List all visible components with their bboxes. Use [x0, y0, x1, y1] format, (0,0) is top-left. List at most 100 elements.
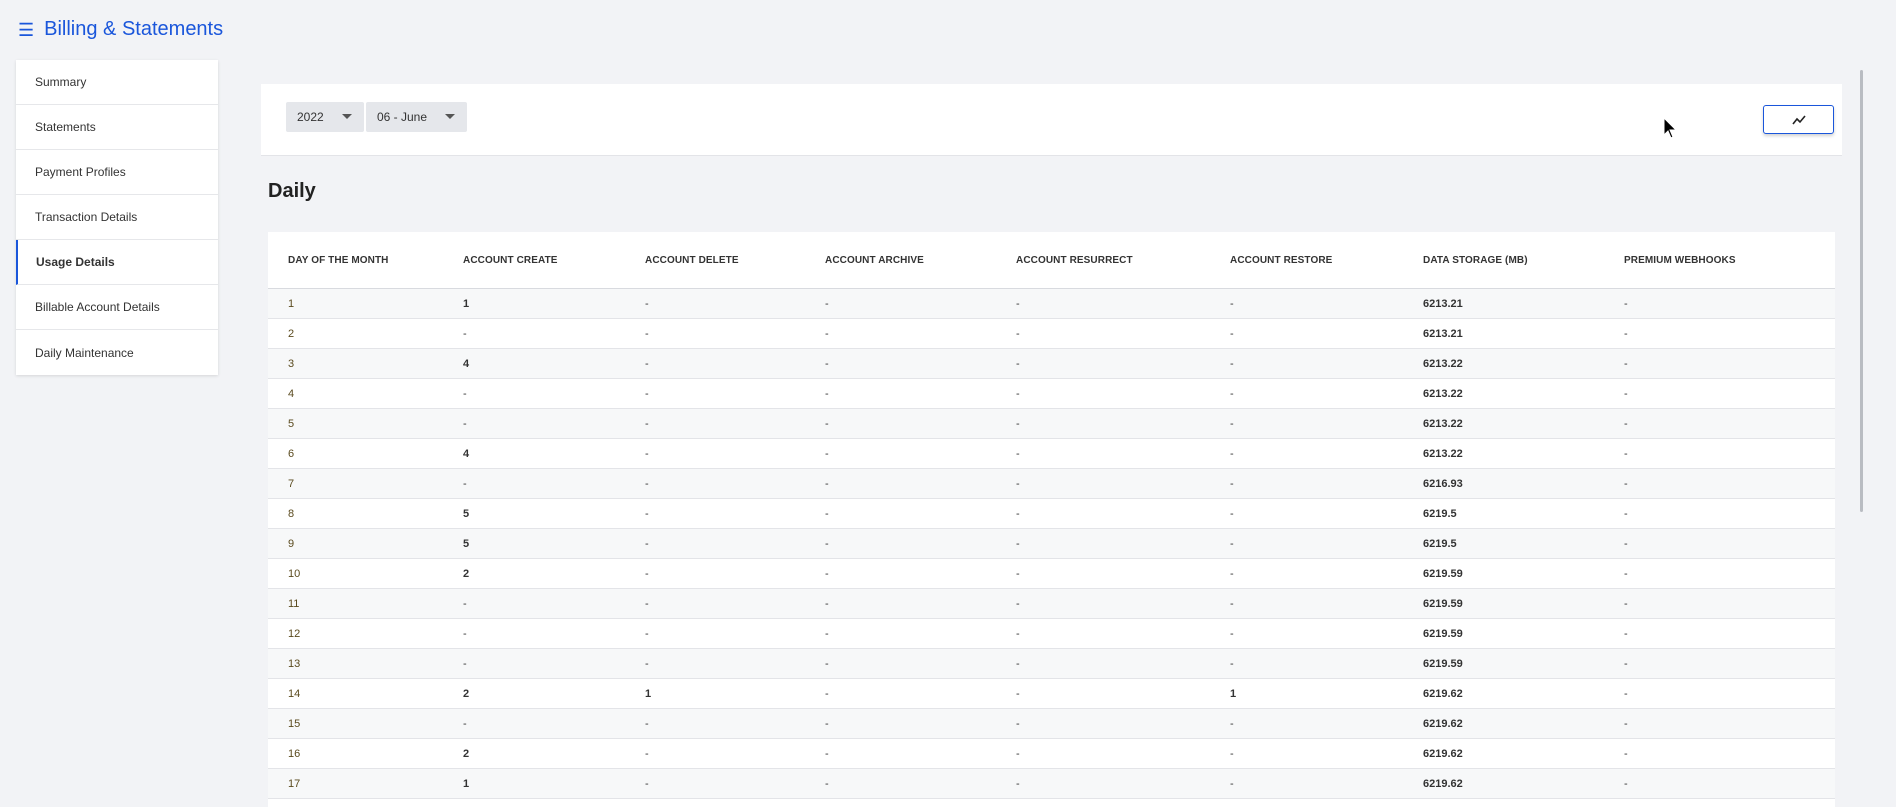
- table-cell: 1: [268, 288, 463, 319]
- table-row: 7- - - - -6216.93-: [268, 468, 1835, 499]
- sidebar-item-label: Transaction Details: [35, 210, 138, 224]
- chevron-down-icon: [445, 114, 455, 119]
- table-cell: 2: [463, 558, 645, 589]
- table-cell: -: [825, 558, 1016, 589]
- sidebar-item-transaction-details[interactable]: Transaction Details: [16, 195, 218, 240]
- table-cell: 17: [268, 768, 463, 799]
- table-cell: -: [645, 738, 825, 769]
- table-cell: -: [825, 678, 1016, 709]
- table-cell: -: [1230, 738, 1423, 769]
- column-header[interactable]: Account Archive: [825, 232, 1016, 289]
- table-cell: 11: [268, 588, 463, 619]
- hamburger-icon[interactable]: ☰: [18, 21, 34, 39]
- table-cell: -: [463, 408, 645, 439]
- column-header[interactable]: Account Delete: [645, 232, 825, 289]
- table-cell: -: [1230, 378, 1423, 409]
- sidebar-item-billable-account-details[interactable]: Billable Account Details: [16, 285, 218, 330]
- table-cell: -: [825, 348, 1016, 379]
- table-cell: 6219.59: [1423, 648, 1624, 679]
- table-cell: -: [1230, 438, 1423, 469]
- table-cell: -: [1016, 318, 1230, 349]
- table-cell: -: [825, 708, 1016, 739]
- sidebar-item-summary[interactable]: Summary: [16, 60, 218, 105]
- main-content: 2022 06 - June Daily Day of the Month Acc…: [253, 78, 1848, 807]
- table-cell: -: [645, 558, 825, 589]
- column-header[interactable]: Data Storage (MB): [1423, 232, 1624, 289]
- table-cell: 6219.59: [1423, 558, 1624, 589]
- table-cell: 6219.59: [1423, 618, 1624, 649]
- table-body: 1 1- - - -6213.21-2- - - - -6213.21-3 4- - - -6213.2…: [268, 288, 1835, 799]
- table-cell: -: [645, 408, 825, 439]
- table-cell: 10: [268, 558, 463, 589]
- table-cell: 5: [463, 498, 645, 529]
- table-cell: -: [463, 318, 645, 349]
- table-row: 11- - - - -6219.59-: [268, 588, 1835, 619]
- chart-view-button[interactable]: [1763, 105, 1834, 134]
- column-header[interactable]: Account Restore: [1230, 232, 1423, 289]
- table-cell: -: [1230, 408, 1423, 439]
- month-select-value: 06 - June: [377, 110, 428, 124]
- table-cell: -: [1230, 618, 1423, 649]
- column-header[interactable]: Day of the Month: [268, 232, 463, 289]
- table-cell: 2: [463, 678, 645, 709]
- column-header[interactable]: Premium Webhooks: [1624, 232, 1835, 289]
- daily-usage-table-card: Day of the Month Account Create Account De…: [268, 232, 1835, 807]
- table-cell: -: [825, 498, 1016, 529]
- sidebar: Summary Statements Payment Profiles Transac…: [16, 60, 218, 375]
- table-cell: -: [645, 618, 825, 649]
- table-cell: -: [645, 588, 825, 619]
- table-row: 10 2- - - -6219.59-: [268, 558, 1835, 589]
- table-cell: -: [1016, 288, 1230, 319]
- table-cell: -: [463, 378, 645, 409]
- table-cell: -: [1624, 678, 1835, 709]
- table-cell: -: [1624, 648, 1835, 679]
- table-cell: -: [1624, 708, 1835, 739]
- table-cell: -: [825, 738, 1016, 769]
- table-cell: -: [463, 588, 645, 619]
- table-row: 6 4- - - -6213.22-: [268, 438, 1835, 469]
- scrollbar[interactable]: [1860, 70, 1863, 512]
- table-cell: -: [1230, 498, 1423, 529]
- table-cell: 6213.21: [1423, 288, 1624, 319]
- sidebar-item-daily-maintenance[interactable]: Daily Maintenance: [16, 330, 218, 375]
- table-cell: -: [825, 468, 1016, 499]
- table-cell: -: [1230, 528, 1423, 559]
- table-cell: -: [1624, 438, 1835, 469]
- table-cell: -: [1624, 318, 1835, 349]
- month-select[interactable]: 06 - June: [366, 102, 467, 132]
- table-cell: 4: [463, 348, 645, 379]
- table-cell: -: [1230, 588, 1423, 619]
- table-cell: 14: [268, 678, 463, 709]
- table-cell: -: [1016, 708, 1230, 739]
- year-select-value: 2022: [297, 110, 324, 124]
- table-cell: 15: [268, 708, 463, 739]
- sidebar-item-label: Billable Account Details: [35, 300, 160, 314]
- table-cell: 1: [1230, 678, 1423, 709]
- year-select[interactable]: 2022: [286, 102, 364, 132]
- table-cell: 6219.62: [1423, 678, 1624, 709]
- table-cell: 9: [268, 528, 463, 559]
- sidebar-item-statements[interactable]: Statements: [16, 105, 218, 150]
- table-cell: 1: [463, 288, 645, 319]
- table-cell: -: [645, 528, 825, 559]
- table-cell: 4: [463, 438, 645, 469]
- table-cell: 6219.59: [1423, 588, 1624, 619]
- table-cell: -: [645, 768, 825, 799]
- table-cell: -: [1016, 468, 1230, 499]
- table-cell: -: [1016, 528, 1230, 559]
- column-header[interactable]: Account Resurrect: [1016, 232, 1230, 289]
- table-cell: -: [645, 498, 825, 529]
- column-header[interactable]: Account Create: [463, 232, 645, 289]
- table-cell: 6219.5: [1423, 528, 1624, 559]
- sidebar-item-usage-details[interactable]: Usage Details: [16, 240, 218, 285]
- table-cell: 6219.62: [1423, 768, 1624, 799]
- table-cell: -: [645, 468, 825, 499]
- table-cell: 6213.22: [1423, 438, 1624, 469]
- table-cell: 5: [268, 408, 463, 439]
- sidebar-item-payment-profiles[interactable]: Payment Profiles: [16, 150, 218, 195]
- table-cell: -: [825, 438, 1016, 469]
- table-cell: -: [463, 468, 645, 499]
- table-cell: 2: [268, 318, 463, 349]
- table-row: 17 1- - - -6219.62-: [268, 768, 1835, 799]
- table-row: 4- - - - -6213.22-: [268, 378, 1835, 409]
